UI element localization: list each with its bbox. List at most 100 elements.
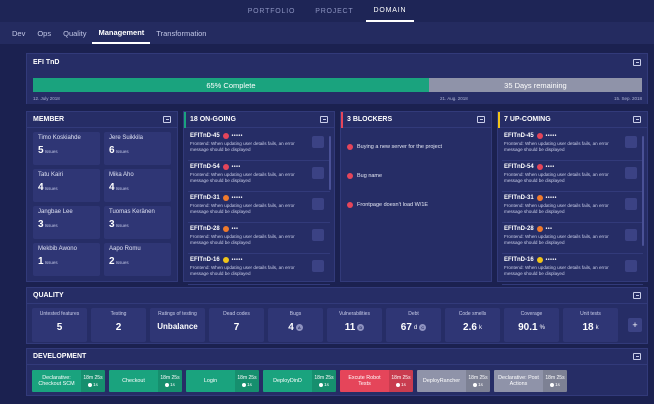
quality-metric[interactable]: Bugs 4 A [268, 308, 323, 342]
quality-metric[interactable]: Coverage 90.1% [504, 308, 559, 342]
ongoing-title: 18 ON-GOING [190, 116, 236, 123]
metric-number: 2 [115, 322, 122, 333]
member-card[interactable]: Aapo Romu 2Issues [104, 243, 171, 276]
ticket-checkbox[interactable] [312, 167, 324, 179]
issue-count-value: 4 [38, 182, 44, 193]
ticket-header: EFITnD-28 ••• [190, 226, 328, 232]
blocker-item[interactable]: Buying a new server for the project [341, 132, 491, 161]
priority-dots: ••••• [545, 133, 557, 139]
clock-icon [242, 382, 247, 387]
member-card[interactable]: Jere Suikkila 6Issues [104, 132, 171, 165]
member-title: MEMBER [33, 116, 65, 123]
quality-metric[interactable]: Unit tests 18 k [563, 308, 618, 342]
quality-metric[interactable]: Testing 2 [91, 308, 146, 342]
expand-icon[interactable] [477, 116, 485, 123]
ticket-item[interactable]: EFITnD-31 ••••• Frontend: When updating us… [502, 192, 643, 223]
ticket-checkbox[interactable] [625, 167, 637, 179]
ticket-item[interactable]: EFITnD-16 ••••• Frontend: When updating us… [188, 254, 330, 285]
member-name: Mika Aho [109, 172, 134, 178]
ticket-item[interactable]: EFITnD-54 •••• Frontend: When updating use… [502, 161, 643, 192]
pipeline-stage[interactable]: Login 18m 25s 1s [186, 370, 259, 392]
stage-timing: 18m 25s 1s [158, 370, 182, 392]
ticket-checkbox[interactable] [312, 136, 324, 148]
tab-transformation[interactable]: Transformation [150, 22, 212, 44]
ticket-checkbox[interactable] [625, 229, 637, 241]
tab-dev[interactable]: Dev [6, 22, 31, 44]
ticket-checkbox[interactable] [312, 229, 324, 241]
progress-dates: 12. July 2018 21. Aug. 2018 15. Sep. 201… [33, 96, 642, 103]
ticket-checkbox[interactable] [625, 136, 637, 148]
ticket-checkbox[interactable] [625, 260, 637, 272]
pipeline-stage[interactable]: DeployDinD 18m 25s 1s [263, 370, 336, 392]
blockers-accent [341, 112, 343, 128]
quality-metric[interactable]: Vulnerabilities 11 D [327, 308, 382, 342]
member-card[interactable]: Jangbae Lee 3Issues [33, 206, 100, 239]
tab-ops[interactable]: Ops [31, 22, 57, 44]
stage-name: Declarative: Post Actions [498, 375, 539, 387]
quality-title: QUALITY [33, 292, 64, 299]
metric-label: Vulnerabilities [339, 311, 370, 317]
ticket-checkbox[interactable] [625, 198, 637, 210]
quality-metrics: Untested features 5 Testing 2 Ratings of tes… [27, 304, 647, 346]
blocker-label: Frontpage doesn't load W/1E [357, 201, 429, 208]
metric-unit: % [539, 324, 545, 331]
member-card[interactable]: Tatu Kairi 4Issues [33, 169, 100, 202]
tab-management[interactable]: Management [92, 22, 151, 44]
quality-metric[interactable]: Dead codes 7 [209, 308, 264, 342]
expand-icon[interactable] [633, 116, 641, 123]
stage-duration: 18m 25s [237, 375, 257, 381]
issue-count-value: 4 [109, 182, 115, 193]
ticket-checkbox[interactable] [312, 198, 324, 210]
ticket-item[interactable]: EFITnD-28 ••• Frontend: When updating user… [502, 223, 643, 254]
issue-count-value: 3 [38, 219, 44, 230]
metric-value: 90.1% [518, 322, 545, 333]
quality-metric[interactable]: Untested features 5 [32, 308, 87, 342]
pipeline-stage[interactable]: Declarative: Checkout SCM 18m 25s 1s [32, 370, 105, 392]
tab-domain[interactable]: DOMAIN [365, 0, 415, 22]
efi-panel: EFI TnD 65% Complete 35 Days remaining 1… [26, 53, 648, 104]
blocker-item[interactable]: Frontpage doesn't load W/1E [341, 190, 491, 219]
clock-icon [550, 382, 555, 387]
pipeline-stage[interactable]: DeployRancher 18m 25s 1s [417, 370, 490, 392]
ticket-header: EFITnD-54 •••• [504, 164, 641, 170]
priority-dots: ••••• [545, 195, 557, 201]
ticket-item[interactable]: EFITnD-45 ••••• Frontend: When updating us… [188, 130, 330, 161]
pipeline-stage[interactable]: Declarative: Post Actions 18m 25s 1s [494, 370, 567, 392]
metric-value: 18 k [582, 322, 598, 333]
priority-dots: ••••• [231, 195, 243, 201]
scrollbar[interactable] [329, 136, 331, 190]
member-card[interactable]: Mekbib Awono 1Issues [33, 243, 100, 276]
expand-icon[interactable] [320, 116, 328, 123]
expand-icon[interactable] [163, 116, 171, 123]
member-card[interactable]: Timo Koskiahde 5Issues [33, 132, 100, 165]
quality-metric[interactable]: Code smells 2.6 k [445, 308, 500, 342]
pipeline-stage[interactable]: Checkout 18m 25s 1s [109, 370, 182, 392]
stage-clock: 1s [550, 382, 560, 387]
quality-metric[interactable]: Ratings of testing Unbalance [150, 308, 205, 342]
tab-quality[interactable]: Quality [57, 22, 92, 44]
expand-icon[interactable] [633, 292, 641, 299]
tab-project[interactable]: PROJECT [307, 0, 361, 22]
ticket-item[interactable]: EFITnD-31 ••••• Frontend: When updating us… [188, 192, 330, 223]
ticket-item[interactable]: EFITnD-54 •••• Frontend: When updating use… [188, 161, 330, 192]
blockers-title: 3 BLOCKERS [347, 116, 393, 123]
expand-icon[interactable] [633, 353, 641, 360]
member-card[interactable]: Mika Aho 4Issues [104, 169, 171, 202]
issues-label: Issues [115, 223, 129, 228]
ticket-item[interactable]: EFITnD-16 ••••• Frontend: When updating us… [502, 254, 643, 285]
scrollbar[interactable] [642, 136, 644, 246]
quality-metric[interactable]: Debt 67 d C [386, 308, 441, 342]
ticket-item[interactable]: EFITnD-28 ••• Frontend: When updating user… [188, 223, 330, 254]
blockers-header: 3 BLOCKERS [341, 112, 491, 128]
metric-unit: d [413, 324, 418, 331]
ticket-checkbox[interactable] [312, 260, 324, 272]
member-card[interactable]: Tuomas Keränen 3Issues [104, 206, 171, 239]
metric-number: 5 [56, 322, 63, 333]
tab-portfolio[interactable]: PORTFOLIO [240, 0, 304, 22]
add-metric-button[interactable]: + [628, 318, 642, 332]
blocker-item[interactable]: Bug name [341, 161, 491, 190]
ticket-item[interactable]: EFITnD-45 ••••• Frontend: When updating us… [502, 130, 643, 161]
pipeline-stage[interactable]: Excute Robot Tests 18m 25s 1s [340, 370, 413, 392]
expand-icon[interactable] [633, 58, 641, 66]
stage-duration: 18m 25s [391, 375, 411, 381]
